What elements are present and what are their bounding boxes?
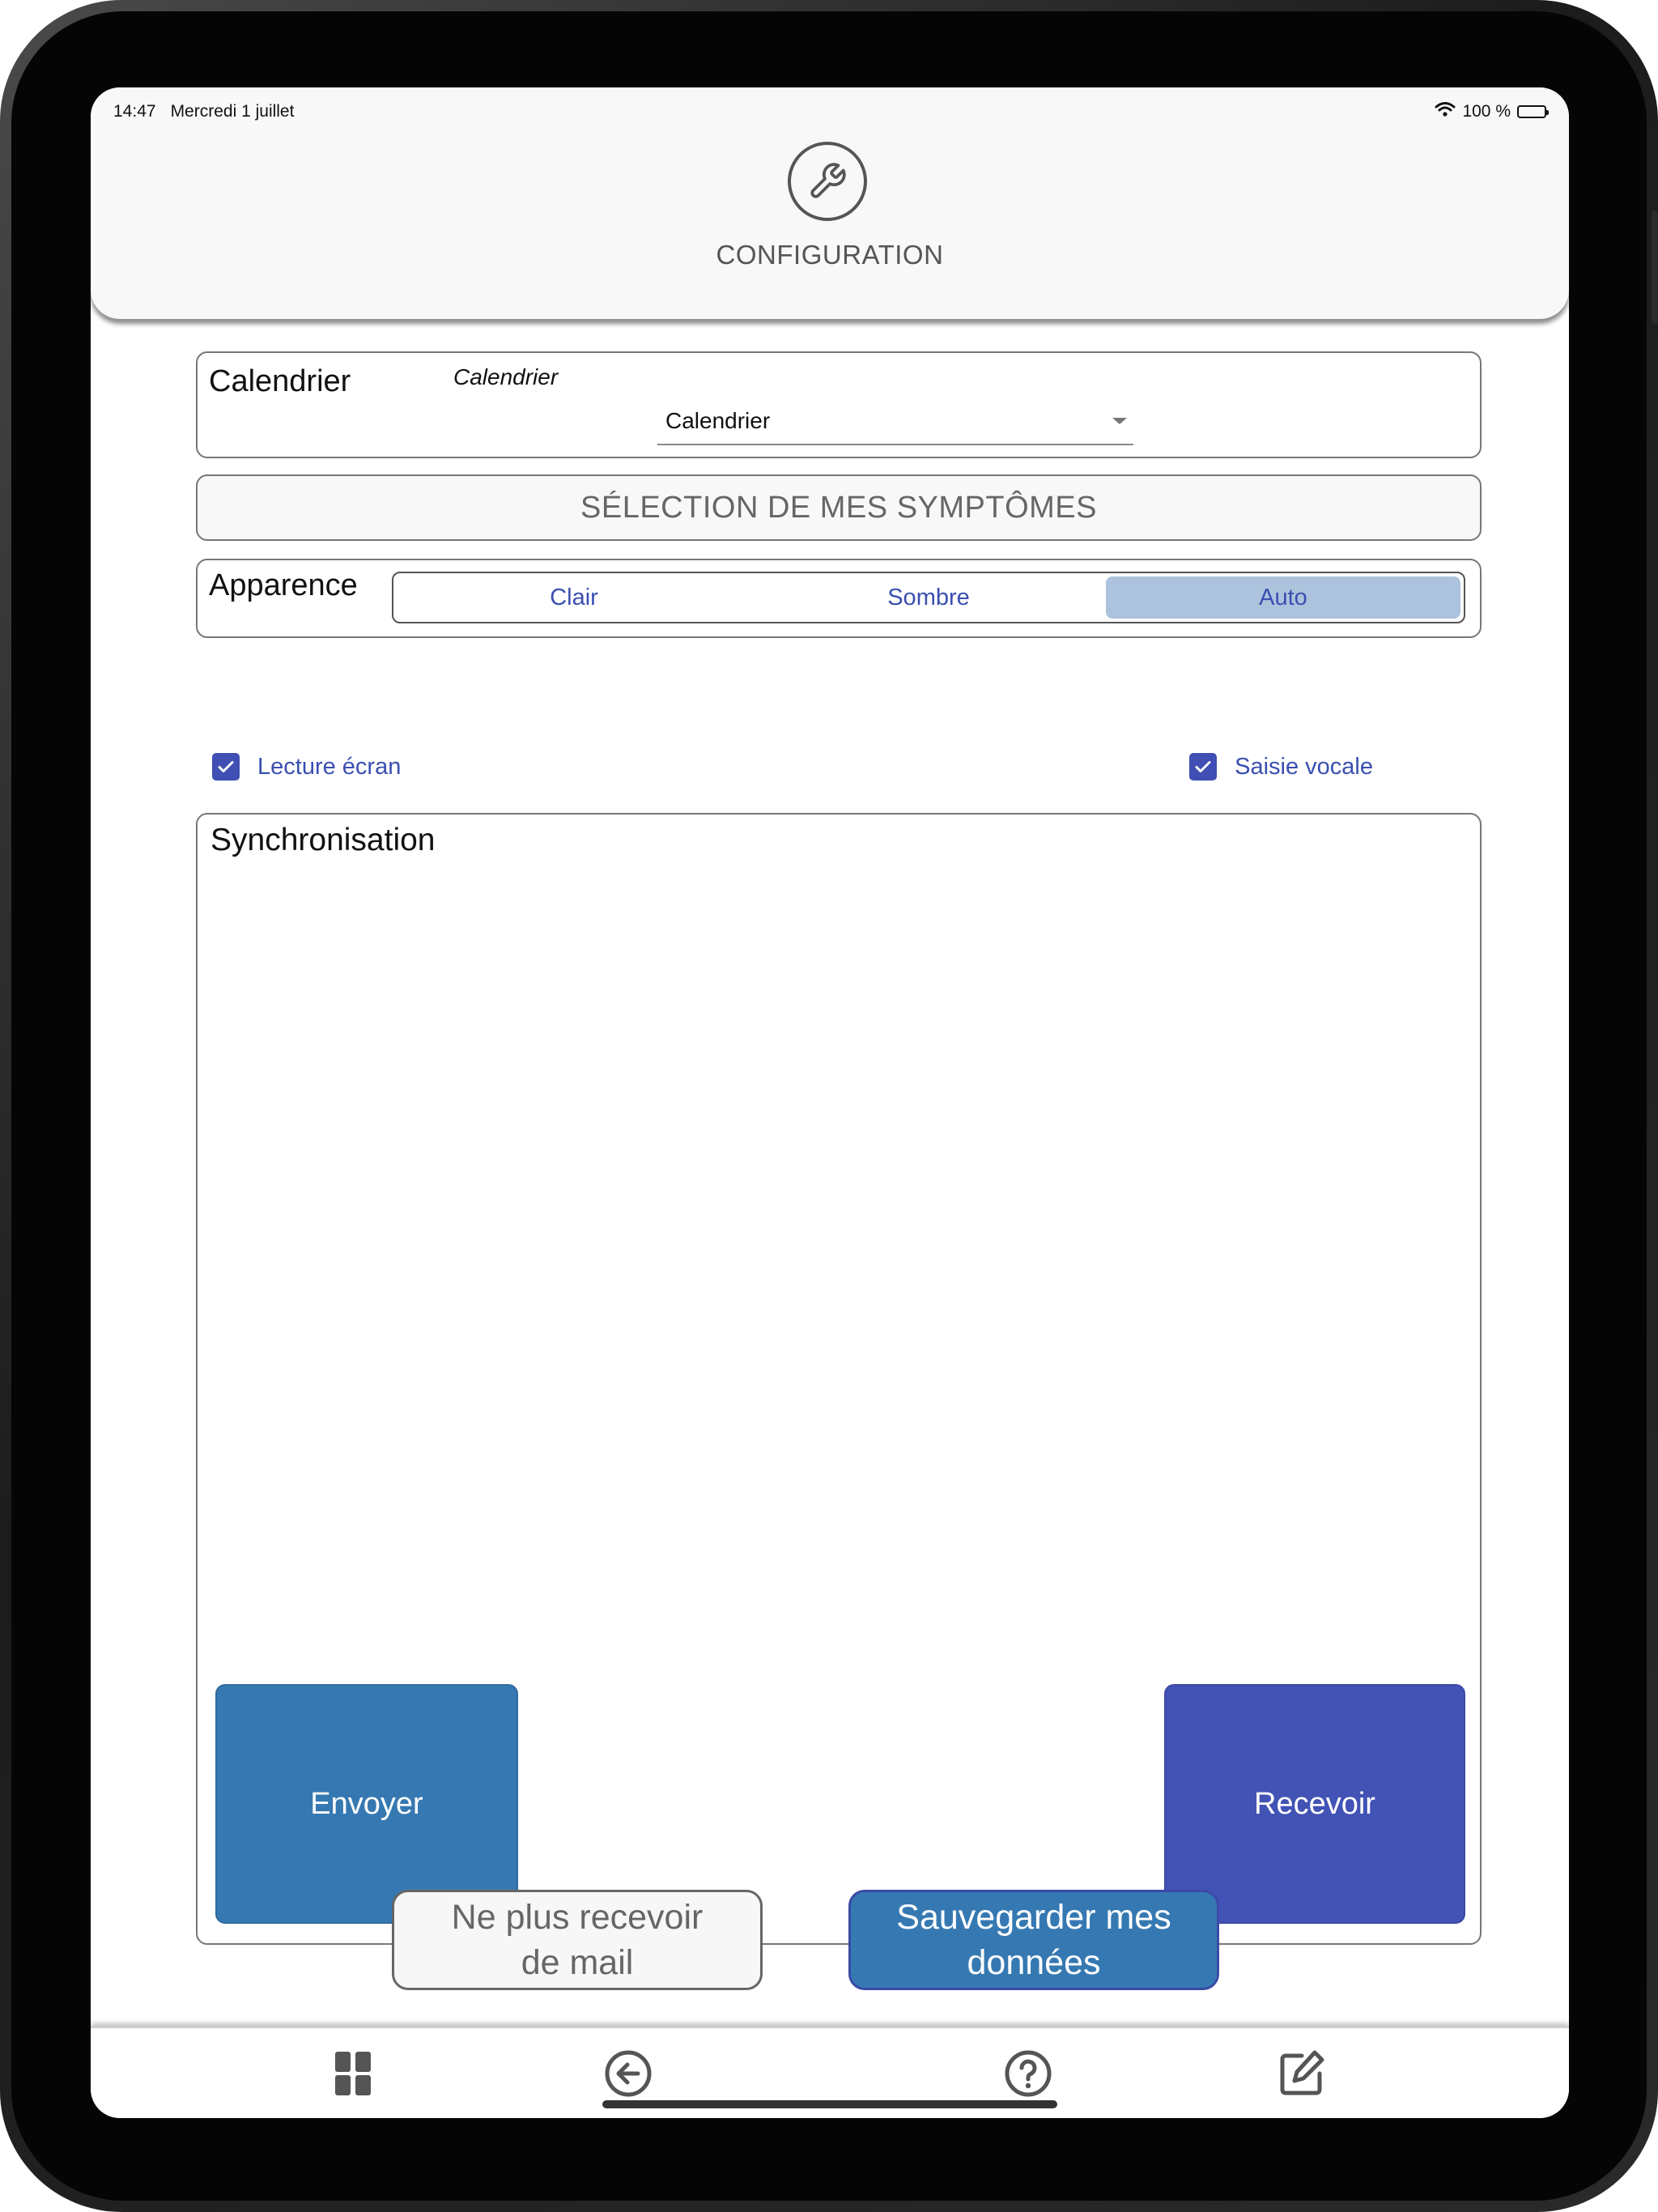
page-title: CONFIGURATION — [716, 240, 944, 270]
save-label-line2: données — [967, 1943, 1101, 1982]
screen: 14:47 Mercredi 1 juillet 100 % CONFIGURA… — [91, 87, 1569, 2118]
checkbox-checked-icon[interactable] — [212, 753, 240, 781]
screen-reader-option[interactable]: Lecture écran — [212, 753, 401, 781]
calendar-select-caption: Calendrier — [453, 364, 559, 389]
calendar-select-value: Calendrier — [665, 408, 771, 433]
unsubscribe-label-line1: Ne plus recevoir — [451, 1898, 704, 1937]
voice-input-label: Saisie vocale — [1235, 753, 1373, 780]
appearance-panel: Apparence Clair Sombre Auto — [196, 559, 1482, 638]
checkbox-checked-icon[interactable] — [1189, 753, 1218, 781]
segment-auto[interactable]: Auto — [1106, 576, 1460, 619]
receive-button[interactable]: Recevoir — [1164, 1684, 1465, 1924]
save-data-button[interactable]: Sauvegarder mes données — [848, 1890, 1219, 1990]
send-button[interactable]: Envoyer — [215, 1684, 518, 1924]
wifi-icon — [1435, 101, 1456, 122]
device-frame: 14:47 Mercredi 1 juillet 100 % CONFIGURA… — [0, 0, 1658, 2212]
synchronisation-title: Synchronisation — [210, 823, 436, 857]
voice-input-option[interactable]: Saisie vocale — [1189, 753, 1373, 781]
edit-icon[interactable] — [1278, 2049, 1326, 2098]
appearance-label: Apparence — [209, 568, 358, 602]
status-right: 100 % — [1435, 101, 1549, 122]
calendar-select[interactable]: Calendrier — [657, 402, 1133, 445]
status-date: Mercredi 1 juillet — [170, 102, 295, 121]
battery-percent: 100 % — [1462, 102, 1511, 121]
wrench-icon — [788, 142, 867, 221]
status-bar: 14:47 Mercredi 1 juillet 100 % — [113, 96, 1549, 128]
segment-light[interactable]: Clair — [397, 576, 751, 619]
screen-reader-label: Lecture écran — [257, 753, 402, 780]
calendar-label: Calendrier — [209, 364, 351, 398]
dropdown-arrow-icon — [1112, 418, 1127, 424]
grid-icon[interactable] — [329, 2049, 377, 2098]
unsubscribe-label-line2: de mail — [521, 1943, 634, 1982]
home-indicator[interactable] — [602, 2100, 1057, 2108]
symptoms-selection-button[interactable]: SÉLECTION DE MES SYMPTÔMES — [196, 474, 1482, 541]
header: 14:47 Mercredi 1 juillet 100 % CONFIGURA… — [91, 87, 1569, 319]
segment-dark[interactable]: Sombre — [751, 576, 1106, 619]
back-arrow-icon[interactable] — [604, 2049, 653, 2098]
unsubscribe-mail-button[interactable]: Ne plus recevoir de mail — [392, 1890, 763, 1990]
synchronisation-panel: Synchronisation Envoyer Recevoir — [196, 813, 1482, 1945]
battery-icon — [1517, 105, 1549, 118]
status-time: 14:47 — [113, 102, 156, 121]
appearance-segmented-control: Clair Sombre Auto — [392, 572, 1465, 623]
calendar-panel: Calendrier Calendrier Calendrier — [196, 351, 1482, 458]
save-label-line1: Sauvegarder mes — [896, 1898, 1171, 1937]
help-icon[interactable] — [1004, 2049, 1052, 2098]
side-button — [1652, 211, 1658, 324]
